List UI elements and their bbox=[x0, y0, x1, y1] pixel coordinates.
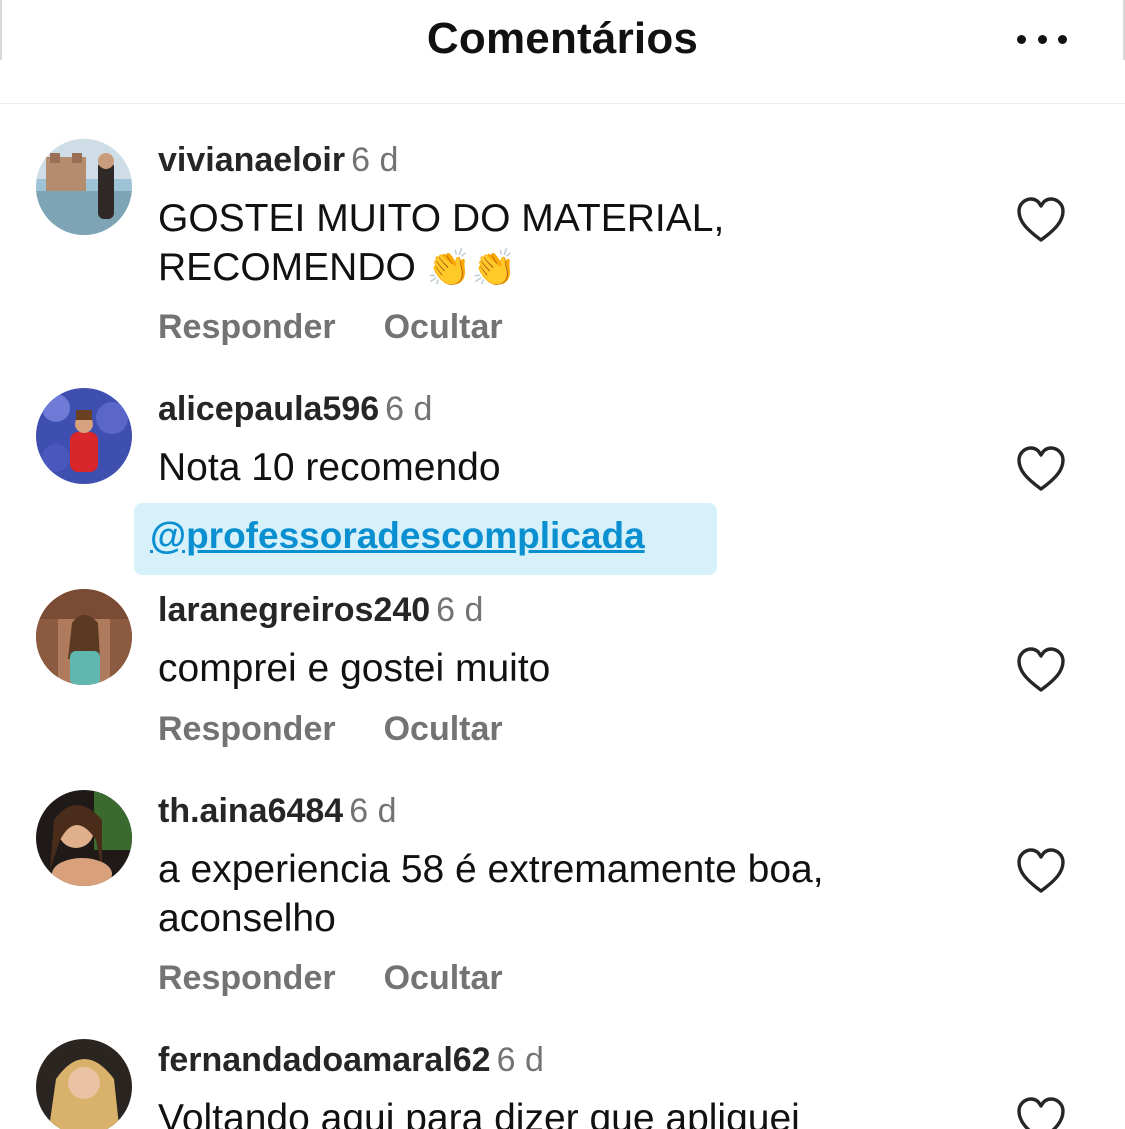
avatar[interactable] bbox=[36, 388, 132, 484]
comment-actions: Responder Ocultar bbox=[158, 710, 503, 749]
more-horizontal-icon[interactable] bbox=[1017, 24, 1067, 54]
comments-screen: Comentários vivianaeloir 6 d GOSTEI MUITO… bbox=[0, 0, 1125, 1129]
hide-button[interactable]: Ocultar bbox=[384, 710, 503, 748]
username[interactable]: laranegreiros240 bbox=[158, 591, 430, 629]
comment-time: 6 d bbox=[349, 792, 397, 830]
comment-actions: Responder Ocultar bbox=[158, 959, 503, 998]
avatar[interactable] bbox=[36, 139, 132, 235]
comment-header: th.aina6484 6 d bbox=[158, 791, 396, 831]
avatar[interactable] bbox=[36, 1039, 132, 1129]
heart-icon[interactable] bbox=[1016, 647, 1066, 693]
comments-header: Comentários bbox=[0, 0, 1125, 104]
comment-text-line: RECOMENDO bbox=[158, 246, 416, 289]
comment-time: 6 d bbox=[385, 390, 433, 428]
comment-text: GOSTEI MUITO DO MATERIAL, RECOMENDO 👏👏 bbox=[158, 194, 958, 292]
hide-button[interactable]: Ocultar bbox=[384, 308, 503, 346]
username[interactable]: vivianaeloir bbox=[158, 141, 345, 179]
comment-text-line: comprei e gostei muito bbox=[158, 647, 551, 690]
comment-time: 6 d bbox=[351, 141, 399, 179]
avatar[interactable] bbox=[36, 589, 132, 685]
comment-text-line: Voltando aqui para dizer que apliquei bbox=[158, 1097, 800, 1129]
comment-text: comprei e gostei muito bbox=[158, 644, 958, 693]
comment-text-line: GOSTEI MUITO DO MATERIAL, bbox=[158, 197, 725, 240]
clapping-hands-emoji: 👏👏 bbox=[426, 247, 517, 288]
mention-link[interactable]: @professoradescomplicada bbox=[150, 515, 645, 557]
hide-button[interactable]: Ocultar bbox=[384, 959, 503, 997]
username[interactable]: fernandadoamaral62 bbox=[158, 1041, 491, 1079]
comment-time: 6 d bbox=[436, 591, 484, 629]
comment-time: 6 d bbox=[496, 1041, 544, 1079]
reply-button[interactable]: Responder bbox=[158, 308, 336, 346]
comment-text: Voltando aqui para dizer que apliquei bbox=[158, 1094, 958, 1129]
heart-icon[interactable] bbox=[1016, 1097, 1066, 1129]
comment-header: vivianaeloir 6 d bbox=[158, 140, 398, 180]
username[interactable]: alicepaula596 bbox=[158, 390, 379, 428]
comment-text-line: Nota 10 recomendo bbox=[158, 446, 501, 489]
heart-icon[interactable] bbox=[1016, 446, 1066, 492]
page-title: Comentários bbox=[426, 14, 699, 63]
reply-button[interactable]: Responder bbox=[158, 959, 336, 997]
comment-header: alicepaula596 6 d bbox=[158, 389, 432, 429]
comment-text: a experiencia 58 é extremamente boa, aco… bbox=[158, 845, 958, 943]
avatar[interactable] bbox=[36, 790, 132, 886]
heart-icon[interactable] bbox=[1016, 848, 1066, 894]
comment-header: fernandadoamaral62 6 d bbox=[158, 1040, 544, 1080]
comment-text-line: a experiencia 58 é extremamente boa, bbox=[158, 848, 824, 891]
comment-text: Nota 10 recomendo bbox=[158, 443, 958, 492]
reply-button[interactable]: Responder bbox=[158, 710, 336, 748]
comment-text-line: aconselho bbox=[158, 897, 336, 940]
username[interactable]: th.aina6484 bbox=[158, 792, 343, 830]
comment-header: laranegreiros240 6 d bbox=[158, 590, 483, 630]
comment-actions: Responder Ocultar bbox=[158, 308, 503, 347]
heart-icon[interactable] bbox=[1016, 197, 1066, 243]
